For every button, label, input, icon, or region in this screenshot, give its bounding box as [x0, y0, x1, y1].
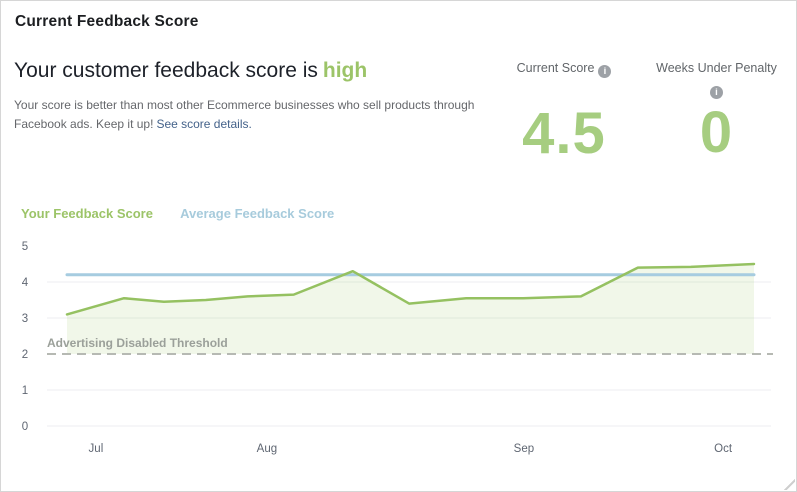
x-axis-tick: Oct [714, 443, 733, 455]
current-score-label: Current Score [517, 61, 595, 75]
x-axis-tick: Jul [89, 443, 104, 455]
score-summary: Your customer feedback score ishigh [14, 59, 367, 83]
feedback-score-panel: Current Feedback Score Your customer fee… [0, 0, 797, 492]
weeks-under-penalty-label: Weeks Under Penalty [656, 61, 777, 75]
feedback-score-chart: 0 1 2 3 4 5 Advertising Disabled Threshold Jul A… [1, 236, 797, 492]
y-axis-tick: 1 [22, 385, 28, 397]
weeks-under-penalty-stat: Weeks Under Penalty i 0 [649, 59, 784, 162]
score-level-badge: high [323, 59, 367, 82]
score-description: Your score is better than most other Eco… [14, 96, 504, 134]
legend-your-feedback-score[interactable]: Your Feedback Score [21, 206, 153, 221]
current-score-stat: Current Scorei 4.5 [499, 59, 629, 163]
resize-grip[interactable] [784, 479, 795, 490]
x-axis-tick: Aug [257, 443, 277, 455]
info-icon[interactable]: i [598, 65, 611, 78]
weeks-under-penalty-value: 0 [649, 104, 784, 162]
score-summary-text: Your customer feedback score is [14, 59, 318, 82]
chart-legend: Your Feedback Score Average Feedback Sco… [21, 206, 358, 221]
info-icon[interactable]: i [710, 86, 723, 99]
y-axis-tick: 5 [22, 241, 28, 253]
x-axis-tick: Sep [514, 443, 534, 455]
legend-average-feedback-score[interactable]: Average Feedback Score [180, 206, 334, 221]
y-axis-tick: 4 [22, 277, 29, 289]
y-axis-tick: 2 [22, 349, 28, 361]
current-score-value: 4.5 [499, 105, 629, 163]
see-score-details-link[interactable]: See score details. [156, 117, 251, 131]
y-axis-tick: 3 [22, 313, 28, 325]
threshold-label: Advertising Disabled Threshold [47, 336, 228, 350]
y-axis-tick: 0 [22, 421, 28, 433]
card-title: Current Feedback Score [15, 13, 199, 31]
